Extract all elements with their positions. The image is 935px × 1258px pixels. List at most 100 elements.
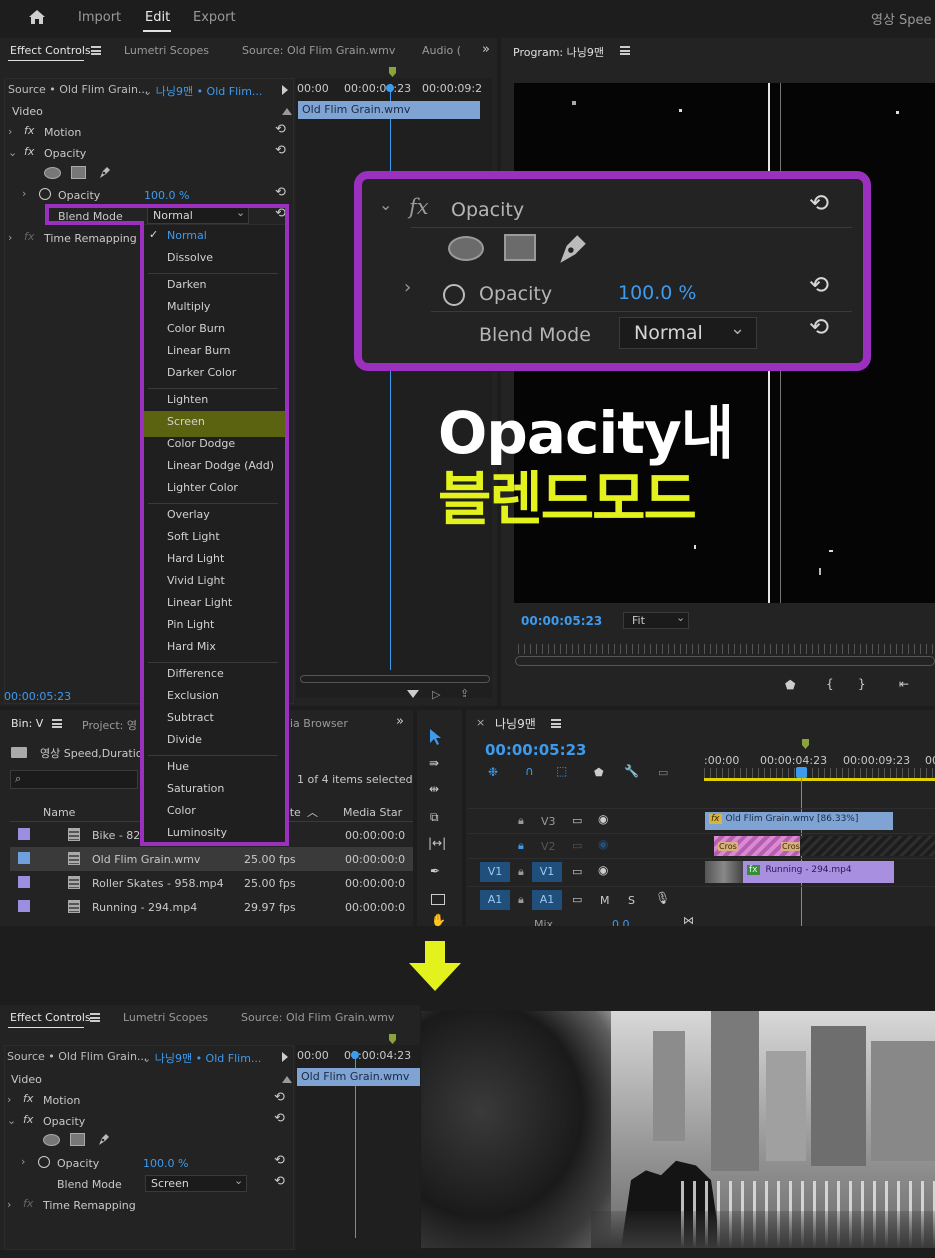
zoom-reset-icon[interactable]: ⟲ [809, 189, 829, 217]
lock-icon[interactable]: 🔒︎ [518, 865, 524, 879]
zoom-blend-dropdown[interactable]: Normal ⌄ [619, 317, 757, 349]
snap-icon[interactable]: ∩ [525, 764, 534, 778]
fx-icon[interactable]: fx [24, 145, 34, 158]
selection-tool-icon[interactable] [429, 728, 443, 746]
mix-value[interactable]: 0.0 [612, 918, 630, 926]
ec-h-scrollbar[interactable] [300, 675, 490, 683]
source-selector[interactable]: Source • Old Flim Grain... [7, 1050, 147, 1063]
motion-reset-icon[interactable]: ⟲ [274, 1090, 285, 1105]
zoom-pen-mask-icon[interactable] [556, 231, 590, 265]
transition-a[interactable]: Cros [718, 842, 738, 851]
opacity-reset-icon[interactable]: ⟲ [274, 1111, 285, 1126]
zoom-opacity-value[interactable]: 100.0 % [618, 282, 697, 304]
col-media-start[interactable]: Media Star [343, 806, 402, 819]
work-area-bar[interactable] [704, 778, 935, 781]
zoom-rectangle-mask-icon[interactable] [504, 234, 536, 261]
export-frame-icon[interactable]: ⇪ [460, 687, 469, 700]
track-target-v1[interactable]: V1 [532, 862, 562, 882]
tab-lumetri-scopes[interactable]: Lumetri Scopes [124, 44, 209, 57]
play-clip-icon[interactable] [282, 1052, 288, 1062]
motion-expand-chevron[interactable]: › [8, 125, 12, 138]
panel-menu-icon[interactable] [620, 46, 630, 55]
pen-mask-icon[interactable] [97, 164, 113, 180]
ellipse-mask-icon[interactable] [43, 1134, 60, 1146]
import-tab[interactable]: Import [78, 10, 121, 25]
mute-button[interactable]: M [600, 894, 610, 907]
nest-icon[interactable]: ❉ [488, 765, 498, 779]
home-icon[interactable] [28, 9, 46, 25]
microphone-icon[interactable]: 🎙︎ [655, 891, 670, 905]
opacity-reset-icon[interactable]: ⟲ [275, 143, 286, 158]
fit-dropdown[interactable]: Fit ⌄ [623, 611, 689, 629]
program-title[interactable]: Program: 나닝9맨 [513, 44, 604, 60]
tab-effect-controls[interactable]: Effect Controls [10, 1011, 91, 1024]
transition-b[interactable]: Cros [781, 842, 801, 851]
scroll-up-icon[interactable] [282, 1076, 292, 1083]
zoom-ellipse-mask-icon[interactable] [448, 236, 484, 261]
zoom-stopwatch-icon[interactable] [443, 284, 465, 306]
blend-mode-dropdown[interactable]: Screen ⌄ [145, 1174, 247, 1192]
panel-menu-icon[interactable] [551, 719, 561, 728]
track-target-a1[interactable]: A1 [532, 890, 562, 910]
rectangle-mask-icon[interactable] [71, 166, 86, 179]
table-row[interactable]: Old Flim Grain.wmv 25.00 fps 00:00:00:0 [10, 847, 413, 871]
wrench-icon[interactable]: 🔧 [624, 764, 639, 778]
sort-asc-icon[interactable]: ︿ [307, 804, 318, 820]
sequence-selector[interactable]: ⌄ 나닝9맨 • Old Flim... [142, 1050, 261, 1066]
pen-icon[interactable]: ✒ [430, 864, 440, 878]
track-select-icon[interactable]: ⇛ [429, 756, 439, 770]
stopwatch-icon[interactable] [39, 188, 51, 200]
play-clip-icon[interactable] [282, 85, 288, 95]
panel-menu-icon[interactable] [91, 46, 101, 55]
fx-icon[interactable]: fx [24, 124, 34, 137]
opacity-value[interactable]: 100.0 % [143, 1157, 188, 1170]
solo-button[interactable]: S [628, 894, 635, 907]
program-scrollbar[interactable] [515, 656, 935, 666]
motion-expand-chevron[interactable]: › [7, 1093, 11, 1106]
zoom-blend-reset-icon[interactable]: ⟲ [809, 313, 829, 341]
eye-icon[interactable]: ◉ [598, 812, 608, 826]
marker-icon[interactable]: ⬟ [594, 766, 604, 779]
sync-icon[interactable]: ▭ [572, 865, 582, 878]
tab-lumetri-scopes[interactable]: Lumetri Scopes [123, 1011, 208, 1024]
label-color-swatch[interactable] [18, 852, 30, 864]
export-tab[interactable]: Export [193, 10, 236, 25]
label-color-swatch[interactable] [18, 876, 30, 888]
eye-icon[interactable]: ◉ [598, 863, 608, 877]
hand-icon[interactable]: ✋ [431, 913, 446, 927]
mix-end-icon[interactable]: ⋈ [683, 914, 694, 926]
ec-clip-bar[interactable]: Old Flim Grain.wmv [297, 1068, 420, 1086]
tab-bin[interactable]: Bin: V [11, 717, 43, 730]
scroll-up-icon[interactable] [282, 108, 292, 115]
clip-v1[interactable]: fx Running - 294.mp4 [743, 861, 894, 883]
stopwatch-icon[interactable] [38, 1156, 50, 1168]
linked-select-icon[interactable]: ⬚ [556, 764, 567, 778]
program-timecode[interactable]: 00:00:05:23 [521, 614, 602, 628]
zoom-collapse-chevron[interactable]: ⌄ [379, 195, 392, 214]
slip-icon[interactable]: |↔| [428, 836, 446, 850]
tab-source[interactable]: Source: Old Flim Grain.wmv [241, 1011, 394, 1024]
panel-overflow-icon[interactable]: » [396, 714, 404, 729]
opacity-value[interactable]: 100.0 % [144, 189, 189, 202]
time-remap-chevron[interactable]: › [8, 231, 12, 244]
ellipse-mask-icon[interactable] [44, 167, 61, 179]
ec-clip-bar[interactable]: Old Flim Grain.wmv [298, 101, 480, 119]
eye-off-icon[interactable]: ◉ [598, 837, 608, 851]
source-selector[interactable]: Source • Old Flim Grain... [8, 83, 148, 96]
opacity-prop-chevron[interactable]: › [22, 187, 26, 200]
source-patch-v1[interactable]: V1 [480, 862, 510, 882]
table-row[interactable]: Roller Skates - 958.mp4 25.00 fps 00:00:00… [10, 871, 413, 895]
opacity-collapse-chevron[interactable]: ⌄ [7, 1114, 16, 1127]
opacity-prop-reset-icon[interactable]: ⟲ [274, 1153, 285, 1168]
sequence-selector[interactable]: ⌄ 나닝9맨 • Old Flim... [143, 83, 262, 99]
captions-icon[interactable]: ▭ [658, 766, 668, 779]
zoom-prop-chevron[interactable]: › [404, 277, 411, 298]
filter-icon[interactable] [407, 690, 419, 698]
time-remap-chevron[interactable]: › [7, 1198, 11, 1211]
audio-icon[interactable]: ▷ [432, 688, 440, 701]
motion-reset-icon[interactable]: ⟲ [275, 122, 286, 137]
table-row[interactable]: Running - 294.mp4 29.97 fps 00:00:00:0 [10, 895, 413, 919]
mark-out-icon[interactable]: } [858, 677, 866, 691]
close-icon[interactable]: × [476, 716, 485, 729]
tab-effect-controls[interactable]: Effect Controls [10, 44, 91, 57]
